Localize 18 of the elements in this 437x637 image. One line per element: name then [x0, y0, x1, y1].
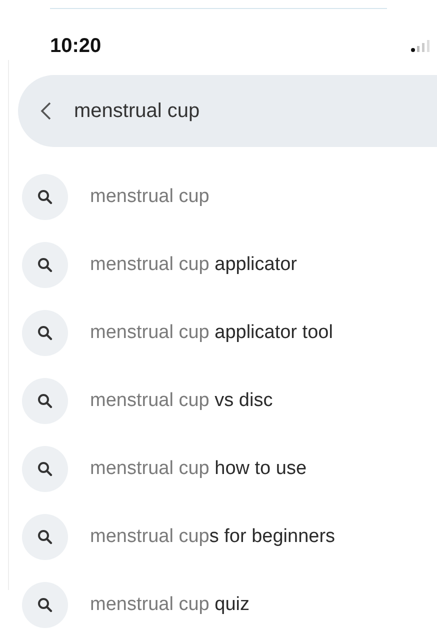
search-field[interactable]: menstrual cup	[18, 75, 437, 147]
search-suggestion[interactable]: menstrual cup	[90, 186, 210, 208]
search-icon	[22, 242, 68, 288]
search-suggestion[interactable]: menstrual cup applicator	[90, 254, 298, 276]
search-icon	[22, 174, 68, 220]
search-suggestion[interactable]: menstrual cups for beginners	[90, 526, 336, 548]
signal-icon	[411, 40, 431, 52]
search-icon	[22, 310, 68, 356]
search-icon	[22, 446, 68, 492]
search-icon	[22, 378, 68, 424]
status-time: 10:20	[50, 34, 102, 58]
back-icon[interactable]	[40, 101, 52, 121]
search-suggestion[interactable]: menstrual cup quiz	[90, 594, 250, 616]
search-suggestion[interactable]: menstrual cup applicator tool	[90, 322, 333, 344]
search-suggestion[interactable]: menstrual cup vs disc	[90, 390, 273, 412]
search-icon	[22, 582, 68, 628]
search-suggestion[interactable]: menstrual cup how to use	[90, 458, 307, 480]
search-icon	[22, 514, 68, 560]
